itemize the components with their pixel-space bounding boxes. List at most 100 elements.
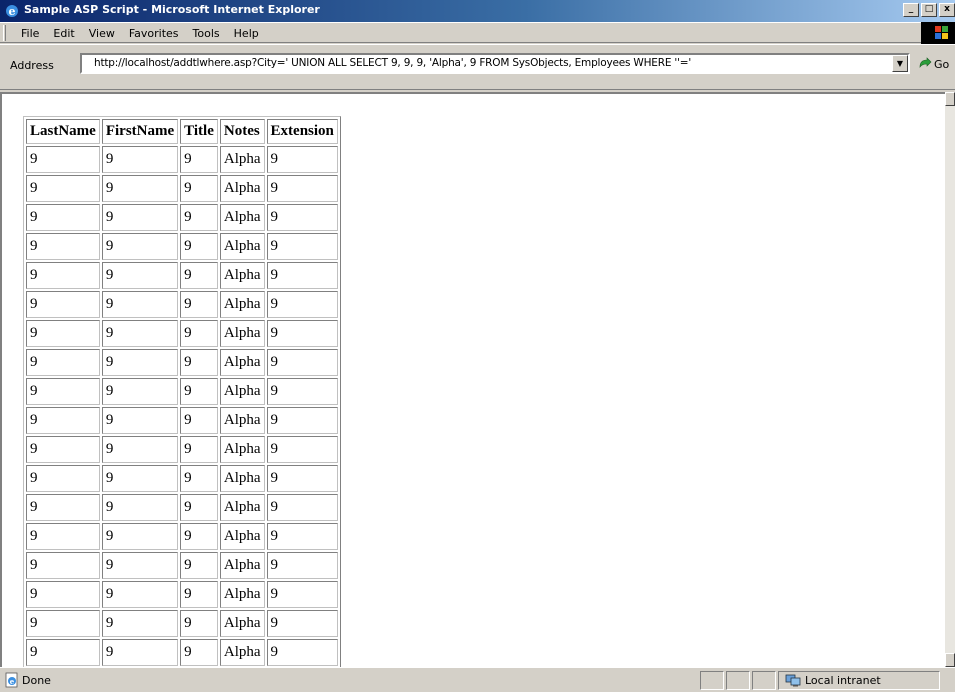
cell-extension: 9 xyxy=(266,378,338,405)
vertical-scrollbar[interactable] xyxy=(945,92,955,667)
column-header-firstname: FirstName xyxy=(101,119,179,144)
cell-firstname: 9 xyxy=(101,378,179,405)
cell-title: 9 xyxy=(180,465,218,492)
minimize-button[interactable]: _ xyxy=(903,3,919,17)
status-panel-progress xyxy=(700,671,724,690)
table-row: 9 9 9 Alpha 9 xyxy=(26,523,338,550)
cell-extension: 9 xyxy=(266,494,338,521)
toolbar-grip[interactable] xyxy=(3,25,6,41)
column-header-title: Title xyxy=(180,119,218,144)
cell-notes: Alpha xyxy=(219,610,265,637)
cell-title: 9 xyxy=(180,494,218,521)
cell-firstname: 9 xyxy=(101,146,179,173)
title-bar[interactable]: e Sample ASP Script - Microsoft Internet… xyxy=(0,0,955,22)
cell-title: 9 xyxy=(180,146,218,173)
cell-extension: 9 xyxy=(266,233,338,260)
table-row: 9 9 9 Alpha 9 xyxy=(26,204,338,231)
ie-page-icon: e xyxy=(5,672,18,688)
cell-title: 9 xyxy=(180,262,218,289)
cell-title: 9 xyxy=(180,523,218,550)
close-button[interactable]: x xyxy=(939,3,955,17)
cell-title: 9 xyxy=(180,349,218,376)
cell-firstname: 9 xyxy=(101,639,179,666)
cell-firstname: 9 xyxy=(101,233,179,260)
go-arrow-icon xyxy=(919,57,932,68)
cell-lastname: 9 xyxy=(26,320,100,347)
cell-firstname: 9 xyxy=(101,436,179,463)
status-bar: e Done Local intranet xyxy=(0,667,955,692)
status-panel-zone: Local intranet xyxy=(778,671,940,690)
cell-lastname: 9 xyxy=(26,204,100,231)
cell-firstname: 9 xyxy=(101,175,179,202)
go-button[interactable]: Go xyxy=(918,57,949,71)
cell-lastname: 9 xyxy=(26,233,100,260)
menu-tools[interactable]: Tools xyxy=(186,26,227,41)
cell-notes: Alpha xyxy=(219,204,265,231)
cell-lastname: 9 xyxy=(26,262,100,289)
cell-title: 9 xyxy=(180,291,218,318)
menu-favorites[interactable]: Favorites xyxy=(122,26,186,41)
cell-lastname: 9 xyxy=(26,639,100,666)
maximize-button[interactable]: □ xyxy=(921,3,937,17)
table-row: 9 9 9 Alpha 9 xyxy=(26,639,338,666)
cell-firstname: 9 xyxy=(101,349,179,376)
cell-notes: Alpha xyxy=(219,349,265,376)
address-dropdown-button[interactable]: ▼ xyxy=(892,55,908,72)
column-header-notes: Notes xyxy=(219,119,265,144)
cell-title: 9 xyxy=(180,581,218,608)
cell-extension: 9 xyxy=(266,523,338,550)
windows-logo-icon xyxy=(935,26,948,39)
address-input[interactable]: http://localhost/addtlwhere.asp?City=' U… xyxy=(80,53,910,74)
zone-label: Local intranet xyxy=(805,674,881,687)
cell-title: 9 xyxy=(180,436,218,463)
table-row: 9 9 9 Alpha 9 xyxy=(26,610,338,637)
cell-notes: Alpha xyxy=(219,320,265,347)
table-row: 9 9 9 Alpha 9 xyxy=(26,378,338,405)
cell-firstname: 9 xyxy=(101,262,179,289)
table-row: 9 9 9 Alpha 9 xyxy=(26,349,338,376)
menu-bar: File Edit View Favorites Tools Help xyxy=(0,22,955,43)
cell-title: 9 xyxy=(180,175,218,202)
menu-edit[interactable]: Edit xyxy=(46,26,81,41)
cell-lastname: 9 xyxy=(26,146,100,173)
scroll-down-button[interactable] xyxy=(945,653,955,667)
table-row: 9 9 9 Alpha 9 xyxy=(26,291,338,318)
table-header-row: LastName FirstName Title Notes Extension xyxy=(26,119,338,144)
cell-notes: Alpha xyxy=(219,523,265,550)
menu-view[interactable]: View xyxy=(82,26,122,41)
go-label: Go xyxy=(934,57,950,71)
throbber xyxy=(921,22,955,44)
address-label: Address xyxy=(10,59,54,72)
cell-extension: 9 xyxy=(266,465,338,492)
cell-lastname: 9 xyxy=(26,349,100,376)
cell-extension: 9 xyxy=(266,146,338,173)
cell-notes: Alpha xyxy=(219,146,265,173)
cell-extension: 9 xyxy=(266,349,338,376)
address-url: http://localhost/addtlwhere.asp?City=' U… xyxy=(94,57,692,69)
cell-notes: Alpha xyxy=(219,291,265,318)
menu-file[interactable]: File xyxy=(14,26,46,41)
page-content: LastName FirstName Title Notes Extension… xyxy=(0,92,945,667)
svg-text:e: e xyxy=(9,5,16,18)
cell-extension: 9 xyxy=(266,436,338,463)
table-row: 9 9 9 Alpha 9 xyxy=(26,320,338,347)
cell-lastname: 9 xyxy=(26,175,100,202)
menu-items: File Edit View Favorites Tools Help xyxy=(14,26,266,41)
table-row: 9 9 9 Alpha 9 xyxy=(26,233,338,260)
menu-help[interactable]: Help xyxy=(227,26,266,41)
cell-firstname: 9 xyxy=(101,494,179,521)
column-header-extension: Extension xyxy=(266,119,338,144)
cell-lastname: 9 xyxy=(26,494,100,521)
scroll-up-button[interactable] xyxy=(945,92,955,106)
svg-text:e: e xyxy=(10,677,15,686)
window-controls: _ □ x xyxy=(903,3,955,17)
cell-title: 9 xyxy=(180,233,218,260)
cell-firstname: 9 xyxy=(101,291,179,318)
cell-title: 9 xyxy=(180,378,218,405)
cell-notes: Alpha xyxy=(219,465,265,492)
table-body: 9 9 9 Alpha 9 9 9 9 Alpha 9 9 9 9 Alpha 9 9 9 9 Alpha 9 9 9 9 A… xyxy=(26,146,338,666)
address-bar: Address http://localhost/addtlwhere.asp?… xyxy=(0,44,955,90)
table-row: 9 9 9 Alpha 9 xyxy=(26,175,338,202)
cell-lastname: 9 xyxy=(26,523,100,550)
cell-extension: 9 xyxy=(266,552,338,579)
